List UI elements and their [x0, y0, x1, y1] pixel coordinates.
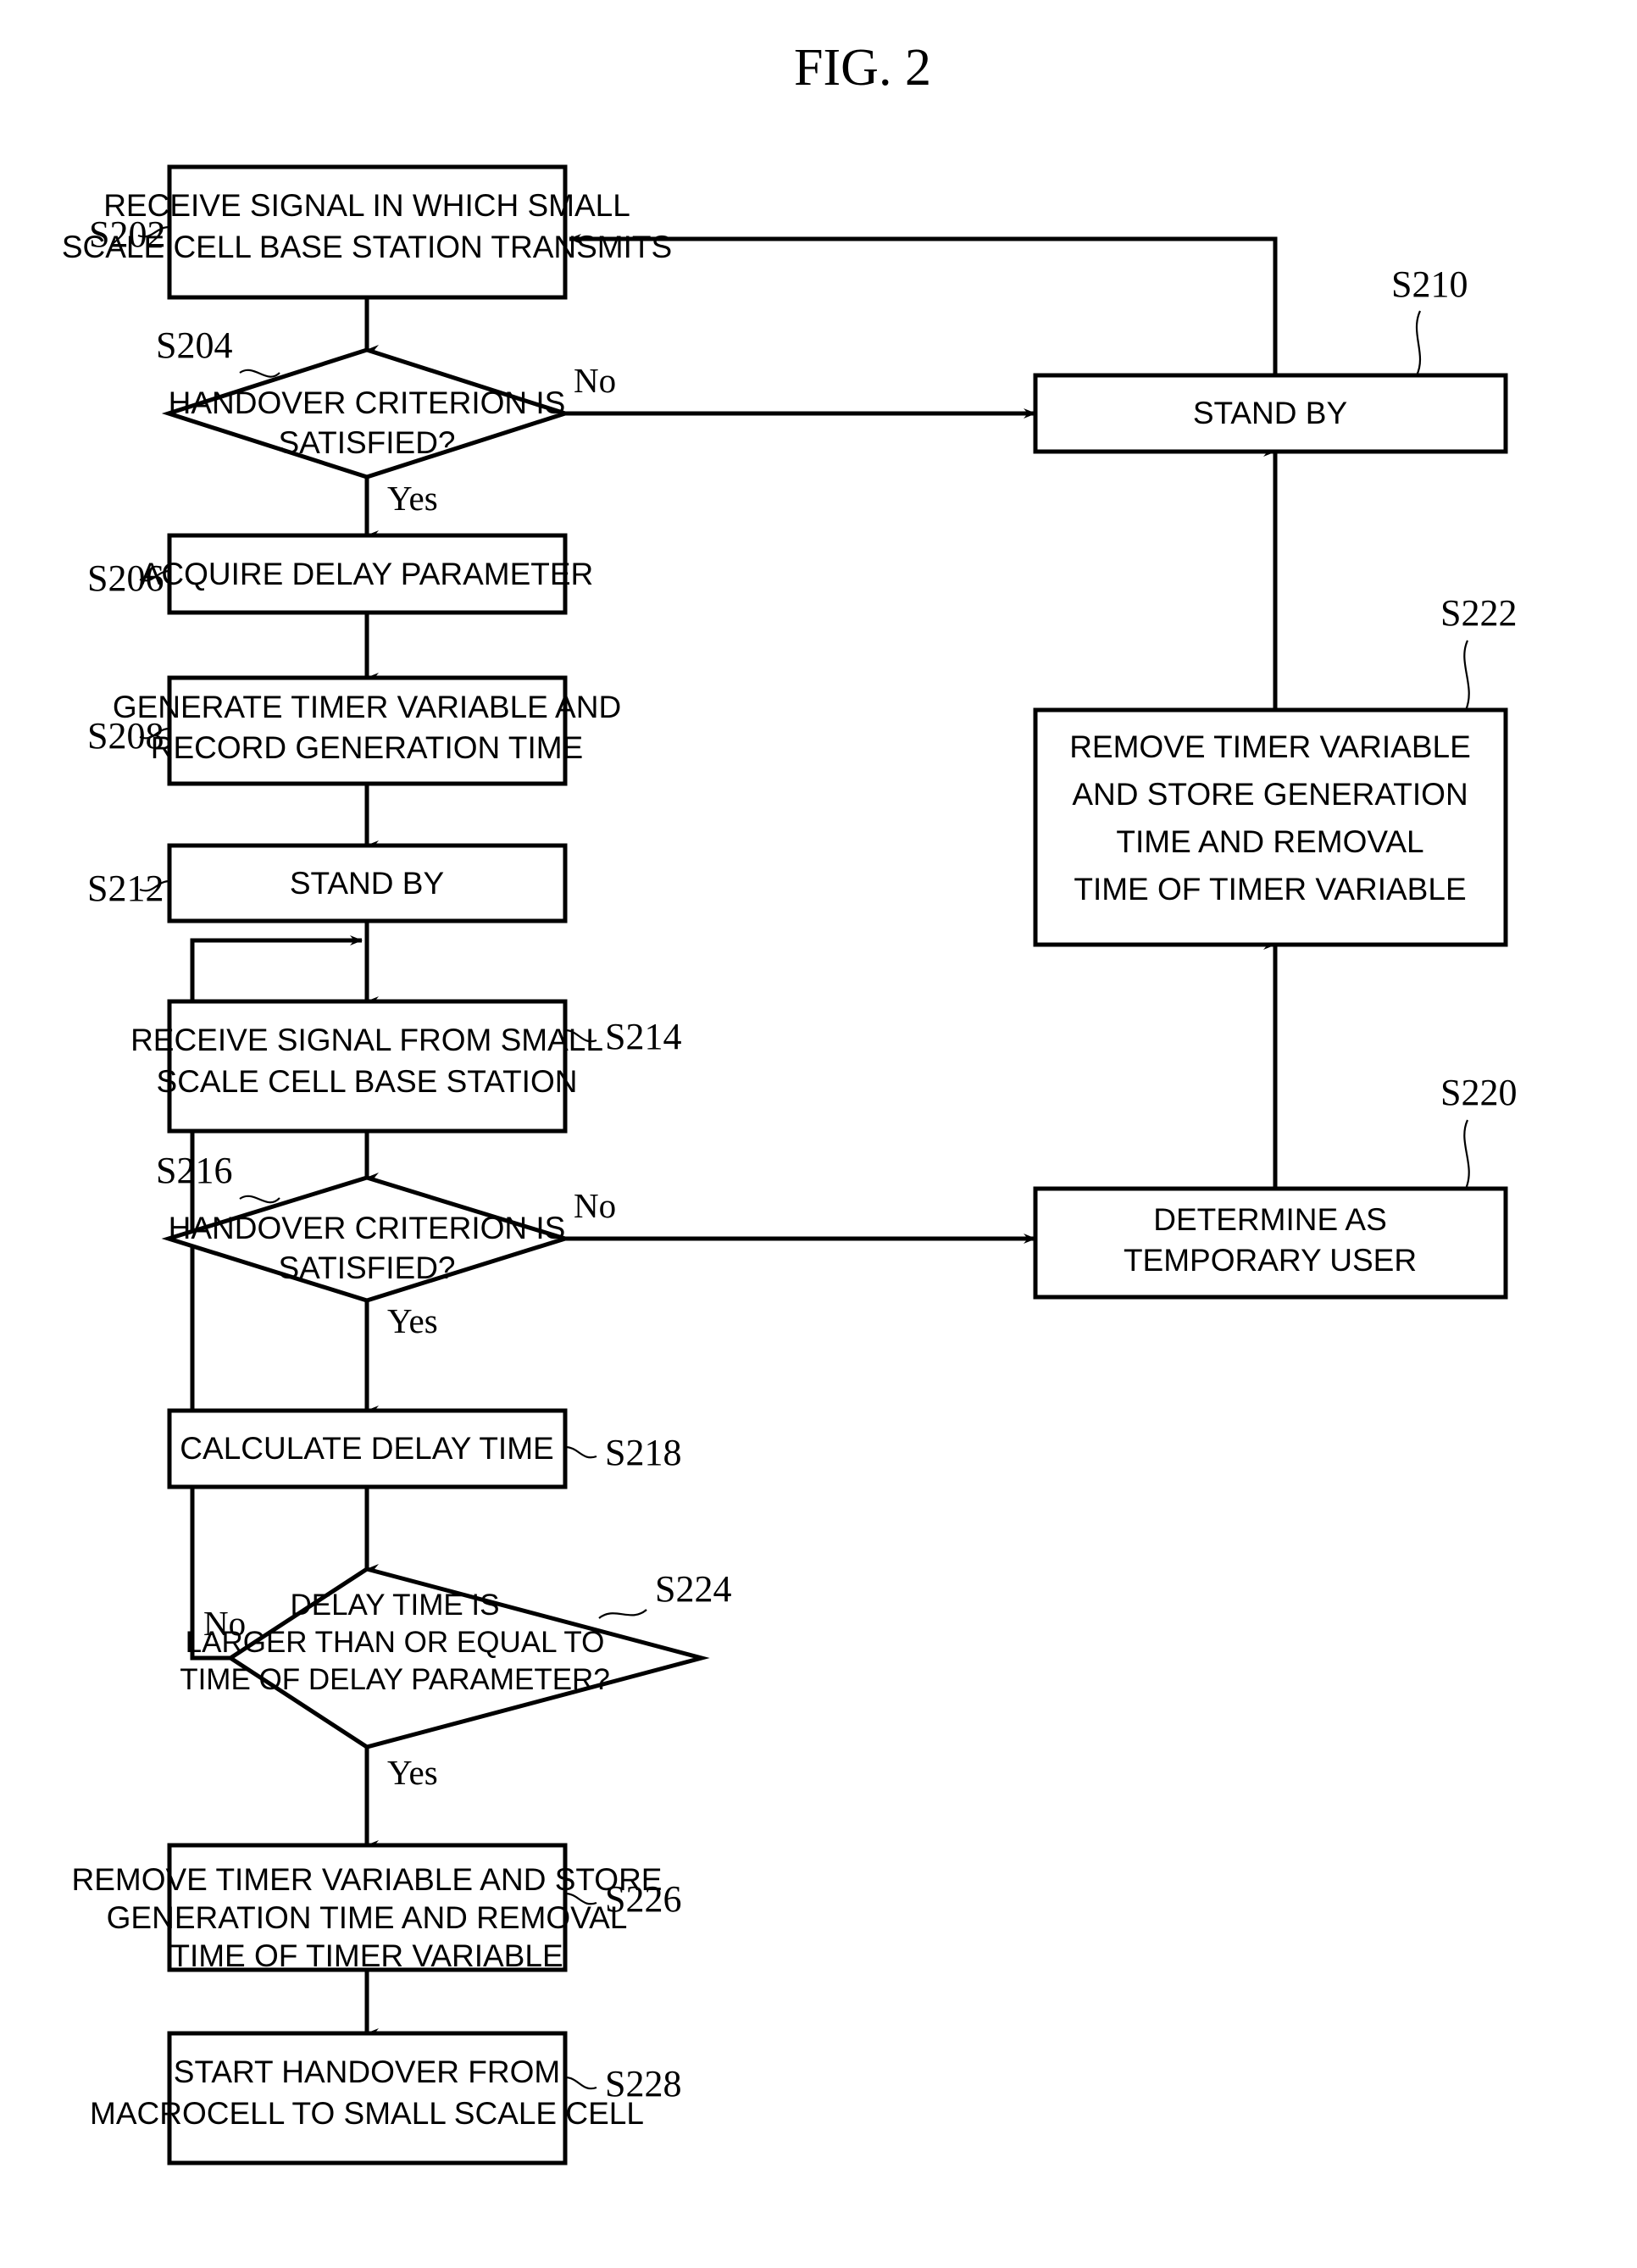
node-s224[interactable]: DELAY TIME IS LARGER THAN OR EQUAL TO TI… — [180, 1567, 710, 1750]
node-s204[interactable]: HANDOVER CRITERION IS SATISFIED? — [161, 347, 573, 480]
node-s226-line-1: GENERATION TIME AND REMOVAL — [107, 1900, 628, 1935]
node-s226-line-2: TIME OF TIMER VARIABLE — [170, 1938, 563, 1973]
branch-label-s216-yes: Yes — [387, 1301, 438, 1340]
step-label-s204: S204 — [156, 324, 232, 366]
step-label-s220: S220 — [1440, 1072, 1517, 1113]
step-label-s206: S206 — [87, 557, 164, 599]
node-s216-line-0: HANDOVER CRITERION IS — [169, 1211, 566, 1245]
node-s204-line-0: HANDOVER CRITERION IS — [169, 385, 566, 420]
leader-s204 — [239, 369, 280, 378]
node-s224-line-1: LARGER THAN OR EQUAL TO — [186, 1626, 605, 1659]
node-s206[interactable]: ACQUIRE DELAY PARAMETER — [141, 533, 594, 615]
node-s218-line-0: CALCULATE DELAY TIME — [180, 1431, 553, 1466]
node-s226-line-0: REMOVE TIMER VARIABLE AND STORE — [71, 1862, 662, 1897]
node-s208-line-0: GENERATE TIMER VARIABLE AND — [113, 690, 621, 724]
node-s222-line-1: AND STORE GENERATION — [1072, 777, 1468, 812]
node-s206-line-0: ACQUIRE DELAY PARAMETER — [141, 557, 594, 591]
node-s226[interactable]: REMOVE TIMER VARIABLE AND STORE GENERATI… — [71, 1843, 663, 1973]
step-label-s224: S224 — [655, 1568, 731, 1610]
step-label-s212: S212 — [87, 868, 164, 909]
node-s208[interactable]: GENERATE TIMER VARIABLE AND RECORD GENER… — [113, 675, 621, 786]
leader-s224 — [598, 1609, 647, 1619]
branch-label-s204-no: No — [574, 361, 616, 400]
node-s218[interactable]: CALCULATE DELAY TIME — [167, 1408, 568, 1489]
node-s228-line-1: MACROCELL TO SMALL SCALE CELL — [90, 2096, 644, 2131]
step-label-s208: S208 — [87, 715, 164, 757]
connector-s210-s202-feedback — [569, 234, 1278, 375]
node-s220[interactable]: DETERMINE AS TEMPORARY USER — [1033, 1186, 1508, 1300]
node-s202-line-0: RECEIVE SIGNAL IN WHICH SMALL — [103, 188, 630, 223]
step-label-s210: S210 — [1391, 263, 1468, 305]
node-s220-line-0: DETERMINE AS — [1153, 1202, 1387, 1237]
branch-label-s224-no: No — [203, 1604, 246, 1643]
node-s214-line-0: RECEIVE SIGNAL FROM SMALL — [130, 1023, 603, 1057]
step-label-s214: S214 — [605, 1016, 681, 1057]
node-s228-line-0: START HANDOVER FROM — [174, 2055, 560, 2089]
leader-s210 — [1416, 310, 1422, 376]
node-s204-line-1: SATISFIED? — [278, 425, 455, 460]
node-s222[interactable]: REMOVE TIMER VARIABLE AND STORE GENERATI… — [1033, 707, 1508, 947]
branch-label-s224-yes: Yes — [387, 1753, 438, 1792]
node-s224-line-2: TIME OF DELAY PARAMETER? — [180, 1663, 610, 1696]
figure-title: FIG. 2 — [794, 39, 931, 97]
node-s212-line-0: STAND BY — [290, 866, 444, 901]
step-label-s228: S228 — [605, 2063, 681, 2104]
step-label-s202: S202 — [89, 213, 165, 255]
node-s222-line-3: TIME OF TIMER VARIABLE — [1074, 872, 1466, 907]
flowchart-svg: FIG. 2 RECEIVE SIGNAL IN WHICH SMALL SCA… — [62, 39, 1517, 2165]
leader-s216 — [239, 1195, 280, 1204]
node-s214-line-1: SCALE CELL BASE STATION — [157, 1064, 578, 1099]
step-label-s216: S216 — [156, 1150, 232, 1191]
leader-s220 — [1463, 1119, 1470, 1189]
branch-label-s204-yes: Yes — [387, 479, 438, 518]
node-s222-line-2: TIME AND REMOVAL — [1116, 824, 1423, 859]
node-s210[interactable]: STAND BY — [1033, 373, 1508, 454]
node-s228[interactable]: START HANDOVER FROM MACROCELL TO SMALL S… — [90, 2031, 644, 2165]
node-s208-line-1: RECORD GENERATION TIME — [151, 730, 584, 765]
node-s222-line-0: REMOVE TIMER VARIABLE — [1069, 729, 1471, 764]
step-label-s226: S226 — [605, 1878, 681, 1920]
node-s212[interactable]: STAND BY — [167, 843, 568, 923]
node-s220-line-1: TEMPORARY USER — [1124, 1243, 1417, 1278]
node-s216-line-1: SATISFIED? — [278, 1250, 455, 1285]
node-s224-line-0: DELAY TIME IS — [290, 1589, 499, 1622]
step-label-s218: S218 — [605, 1432, 681, 1473]
leader-s228 — [564, 2076, 597, 2090]
leader-s218 — [564, 1445, 597, 1459]
step-label-s222: S222 — [1440, 592, 1517, 634]
figure-canvas: FIG. 2 RECEIVE SIGNAL IN WHICH SMALL SCA… — [0, 0, 1637, 2268]
node-s214[interactable]: RECEIVE SIGNAL FROM SMALL SCALE CELL BAS… — [130, 999, 603, 1134]
node-s216[interactable]: HANDOVER CRITERION IS SATISFIED? — [161, 1175, 573, 1303]
branch-label-s216-no: No — [574, 1186, 616, 1225]
leader-s222 — [1463, 640, 1470, 711]
node-s210-line-0: STAND BY — [1193, 396, 1347, 430]
